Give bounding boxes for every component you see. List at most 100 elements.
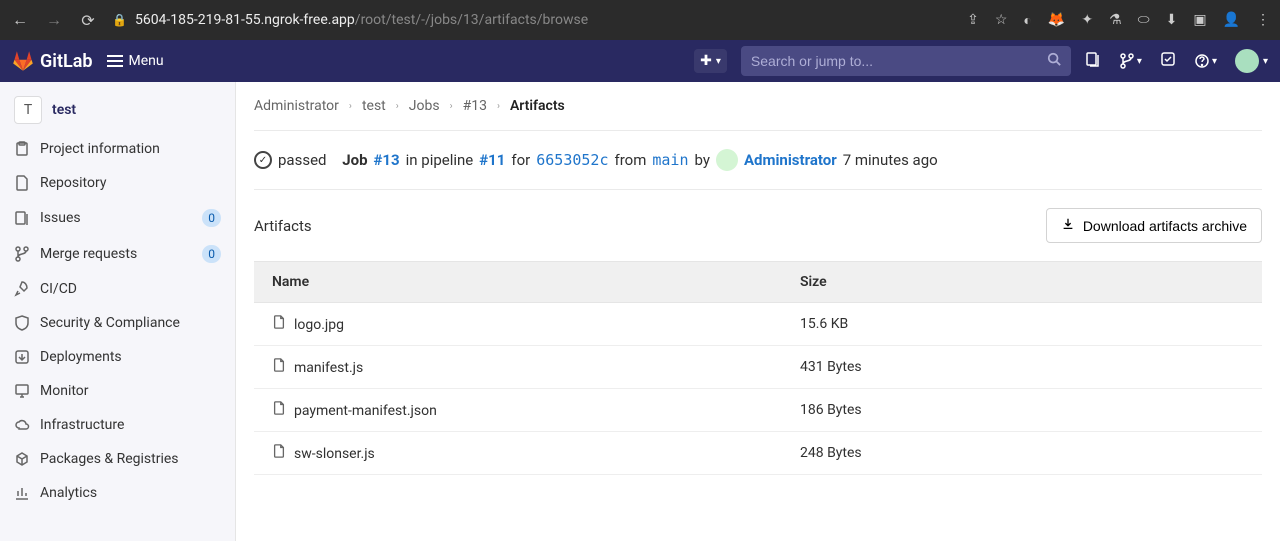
ext-icon-1[interactable]: ◐ [1023, 12, 1031, 29]
profile-icon[interactable]: 👤 [1223, 12, 1240, 28]
sidebar-item-deployments[interactable]: Deployments [0, 340, 235, 374]
sidebar-item-repository[interactable]: Repository [0, 166, 235, 200]
artifact-name[interactable]: manifest.js [294, 360, 363, 376]
job-status-bar: ✓ passed Job #13 in pipeline #11 for 665… [254, 131, 1262, 190]
star-icon[interactable]: ☆ [995, 12, 1008, 28]
search-icon[interactable] [1047, 52, 1061, 70]
table-row: logo.jpg 15.6 KB [254, 303, 1262, 346]
file-icon [14, 175, 30, 191]
download-artifacts-button[interactable]: Download artifacts archive [1046, 208, 1262, 243]
branch-link[interactable]: main [652, 151, 688, 169]
project-context[interactable]: T test [0, 88, 235, 132]
for-text: for [511, 151, 530, 169]
issues-shortcut-icon[interactable] [1085, 51, 1101, 71]
pipeline-text: in pipeline [406, 151, 474, 169]
pipeline-id-link[interactable]: #11 [479, 151, 505, 169]
breadcrumb-item[interactable]: test [362, 98, 386, 114]
sidebar-item-label: Deployments [40, 349, 221, 365]
help-icon[interactable]: ▾ [1194, 53, 1217, 69]
url-bar[interactable]: 🔒 5604-185-219-81-55.ngrok-free.app/root… [112, 12, 953, 28]
status-text: passed [278, 151, 326, 169]
table-row: payment-manifest.json186 Bytes [254, 389, 1262, 432]
sidebar-item-label: Merge requests [40, 246, 192, 262]
search-input[interactable] [751, 53, 1039, 69]
avatar-icon [1235, 49, 1259, 73]
artifacts-header: Artifacts Download artifacts archive [254, 190, 1262, 261]
col-name-header: Name [254, 262, 782, 303]
artifact-name[interactable]: payment-manifest.json [294, 403, 437, 419]
artifact-size: 431 Bytes [782, 346, 1262, 389]
merge-icon [14, 246, 30, 262]
cloud-icon [14, 417, 30, 433]
sidebar-item-cicd[interactable]: CI/CD [0, 272, 235, 306]
sidebar-item-monitor[interactable]: Monitor [0, 374, 235, 408]
sidebar-item-label: Repository [40, 175, 221, 191]
sidebar-item-packages[interactable]: Packages & Registries [0, 442, 235, 476]
url-path: /root/test/-/jobs/13/artifacts/browse [355, 12, 588, 28]
sidebar-item-merge-requests[interactable]: Merge requests 0 [0, 236, 235, 272]
sidebar-item-label: Infrastructure [40, 417, 221, 433]
url-host: 5604-185-219-81-55.ngrok-free.app [135, 12, 355, 28]
global-search[interactable] [741, 46, 1071, 76]
project-avatar: T [14, 96, 42, 124]
sidebar-item-analytics[interactable]: Analytics [0, 476, 235, 510]
job-label: Job [342, 151, 367, 169]
breadcrumb-item[interactable]: #13 [463, 98, 487, 114]
monitor-icon [14, 383, 30, 399]
kebab-icon[interactable]: ⋮ [1256, 12, 1270, 28]
breadcrumb-item[interactable]: Administrator [254, 98, 339, 114]
download-icon[interactable]: ⬇ [1166, 12, 1178, 28]
ext-icon-2[interactable]: 🦊 [1048, 12, 1065, 28]
artifact-size: 15.6 KB [782, 303, 1262, 346]
col-size-header: Size [782, 262, 1262, 303]
sidebar-item-label: Issues [40, 210, 192, 226]
browser-reload[interactable]: ⟳ [78, 11, 98, 30]
browser-back[interactable]: ← [10, 10, 30, 30]
merge-shortcut-icon[interactable]: ▾ [1119, 53, 1142, 69]
package-icon [14, 451, 30, 467]
artifact-name[interactable]: logo.jpg [294, 317, 344, 333]
menu-label: Menu [129, 53, 164, 69]
chevron-right-icon: › [396, 101, 399, 112]
sidebar-item-issues[interactable]: Issues 0 [0, 200, 235, 236]
chevron-right-icon: › [349, 101, 352, 112]
new-dropdown[interactable]: ✚ ▾ [694, 49, 727, 73]
sidebar-item-label: Packages & Registries [40, 451, 221, 467]
breadcrumb: Administrator › test › Jobs › #13 › Arti… [254, 82, 1262, 131]
status-passed-icon: ✓ [254, 151, 272, 169]
clipboard-icon [14, 141, 30, 157]
extensions-icon[interactable]: ✦ [1081, 12, 1093, 28]
user-menu[interactable]: ▾ [1235, 49, 1268, 73]
from-text: from [614, 151, 646, 169]
tanuki-icon [12, 50, 34, 72]
shield-icon [14, 315, 30, 331]
sidebar-item-label: Project information [40, 141, 221, 157]
todos-icon[interactable] [1160, 51, 1176, 71]
browser-forward[interactable]: → [44, 10, 64, 30]
file-icon [272, 444, 286, 462]
main-content: Administrator › test › Jobs › #13 › Arti… [236, 82, 1280, 541]
issues-count-badge: 0 [202, 209, 221, 227]
sidebar-item-label: Monitor [40, 383, 221, 399]
sidebar-item-infrastructure[interactable]: Infrastructure [0, 408, 235, 442]
labs-icon[interactable]: ⚗ [1109, 12, 1122, 28]
commit-link[interactable]: 6653052c [536, 151, 608, 169]
deploy-icon [14, 349, 30, 365]
topbar-right-icons: ▾ ▾ ▾ [1085, 49, 1268, 73]
share-icon[interactable]: ⇪ [967, 12, 979, 28]
panel-icon[interactable]: ▣ [1193, 12, 1206, 28]
sidebar-item-project-info[interactable]: Project information [0, 132, 235, 166]
gitlab-logo[interactable]: GitLab [12, 50, 93, 72]
file-icon [272, 315, 286, 333]
sidebar-item-security[interactable]: Security & Compliance [0, 306, 235, 340]
breadcrumb-item[interactable]: Jobs [409, 98, 440, 114]
user-link[interactable]: Administrator [744, 151, 837, 169]
leaf-icon[interactable]: ⬭ [1138, 12, 1150, 28]
sidebar-item-label: CI/CD [40, 281, 221, 297]
artifact-name[interactable]: sw-slonser.js [294, 446, 375, 462]
issues-icon [14, 210, 30, 226]
menu-button[interactable]: Menu [107, 53, 164, 69]
job-id-link[interactable]: #13 [374, 151, 400, 169]
file-icon [272, 358, 286, 376]
download-label: Download artifacts archive [1083, 218, 1247, 234]
